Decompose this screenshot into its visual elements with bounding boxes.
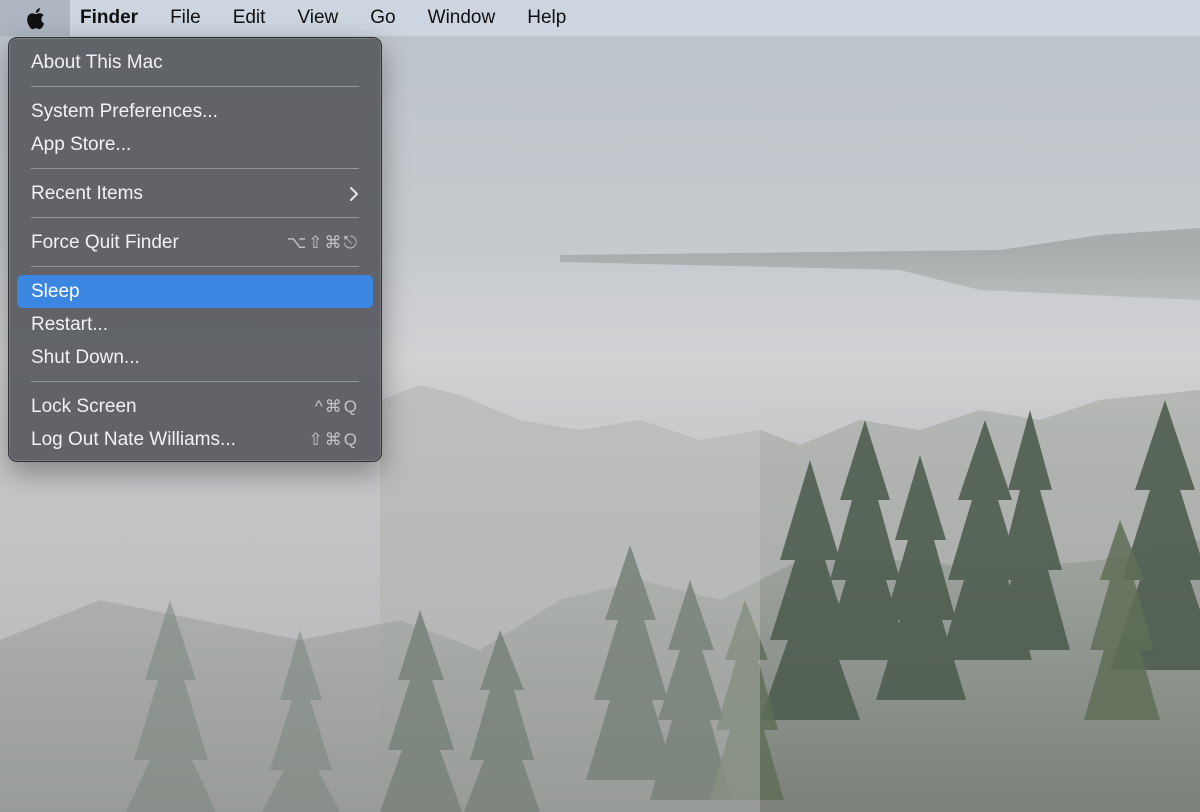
menu-item-label: Recent Items bbox=[31, 182, 143, 204]
menu-separator bbox=[31, 161, 359, 177]
menu-item-label: System Preferences... bbox=[31, 100, 218, 122]
menu-item-label: Lock Screen bbox=[31, 395, 137, 417]
menu-separator bbox=[31, 259, 359, 275]
menu-item-recent-items[interactable]: Recent Items bbox=[17, 177, 373, 210]
menu-item-log-out[interactable]: Log Out Nate Williams... ⇧⌘Q bbox=[17, 423, 373, 456]
menu-help[interactable]: Help bbox=[511, 0, 582, 36]
menu-item-label: Shut Down... bbox=[31, 346, 140, 368]
apple-dropdown-menu: About This Mac System Preferences... App… bbox=[8, 37, 382, 462]
menu-item-sleep[interactable]: Sleep bbox=[17, 275, 373, 308]
menu-finder[interactable]: Finder bbox=[70, 0, 154, 36]
menu-edit[interactable]: Edit bbox=[217, 0, 282, 36]
menu-item-label: App Store... bbox=[31, 133, 132, 155]
menu-item-about-this-mac[interactable]: About This Mac bbox=[17, 46, 373, 79]
menu-separator bbox=[31, 79, 359, 95]
menu-bar: Finder File Edit View Go Window Help bbox=[0, 0, 1200, 36]
menu-item-lock-screen[interactable]: Lock Screen ^⌘Q bbox=[17, 390, 373, 423]
menu-item-label: About This Mac bbox=[31, 51, 163, 73]
menu-item-system-preferences[interactable]: System Preferences... bbox=[17, 95, 373, 128]
menu-window[interactable]: Window bbox=[412, 0, 512, 36]
keyboard-shortcut: ⇧⌘Q bbox=[308, 429, 359, 449]
menu-go[interactable]: Go bbox=[354, 0, 411, 36]
keyboard-shortcut: ⌥⇧⌘⎋ bbox=[286, 232, 359, 252]
apple-menu-button[interactable] bbox=[0, 0, 70, 36]
menu-item-shut-down[interactable]: Shut Down... bbox=[17, 341, 373, 374]
menu-view[interactable]: View bbox=[281, 0, 354, 36]
chevron-right-icon bbox=[350, 186, 358, 201]
menu-item-force-quit-finder[interactable]: Force Quit Finder ⌥⇧⌘⎋ bbox=[17, 226, 373, 259]
menu-item-label: Force Quit Finder bbox=[31, 231, 179, 253]
keyboard-shortcut: ^⌘Q bbox=[314, 396, 359, 416]
menu-item-label: Sleep bbox=[31, 280, 80, 302]
menu-item-app-store[interactable]: App Store... bbox=[17, 128, 373, 161]
menu-separator bbox=[31, 374, 359, 390]
menu-item-label: Restart... bbox=[31, 313, 109, 335]
menu-item-restart[interactable]: Restart... bbox=[17, 308, 373, 341]
menu-separator bbox=[31, 210, 359, 226]
apple-logo-icon bbox=[27, 7, 45, 29]
menu-file[interactable]: File bbox=[154, 0, 217, 36]
menu-item-label: Log Out Nate Williams... bbox=[31, 428, 236, 450]
